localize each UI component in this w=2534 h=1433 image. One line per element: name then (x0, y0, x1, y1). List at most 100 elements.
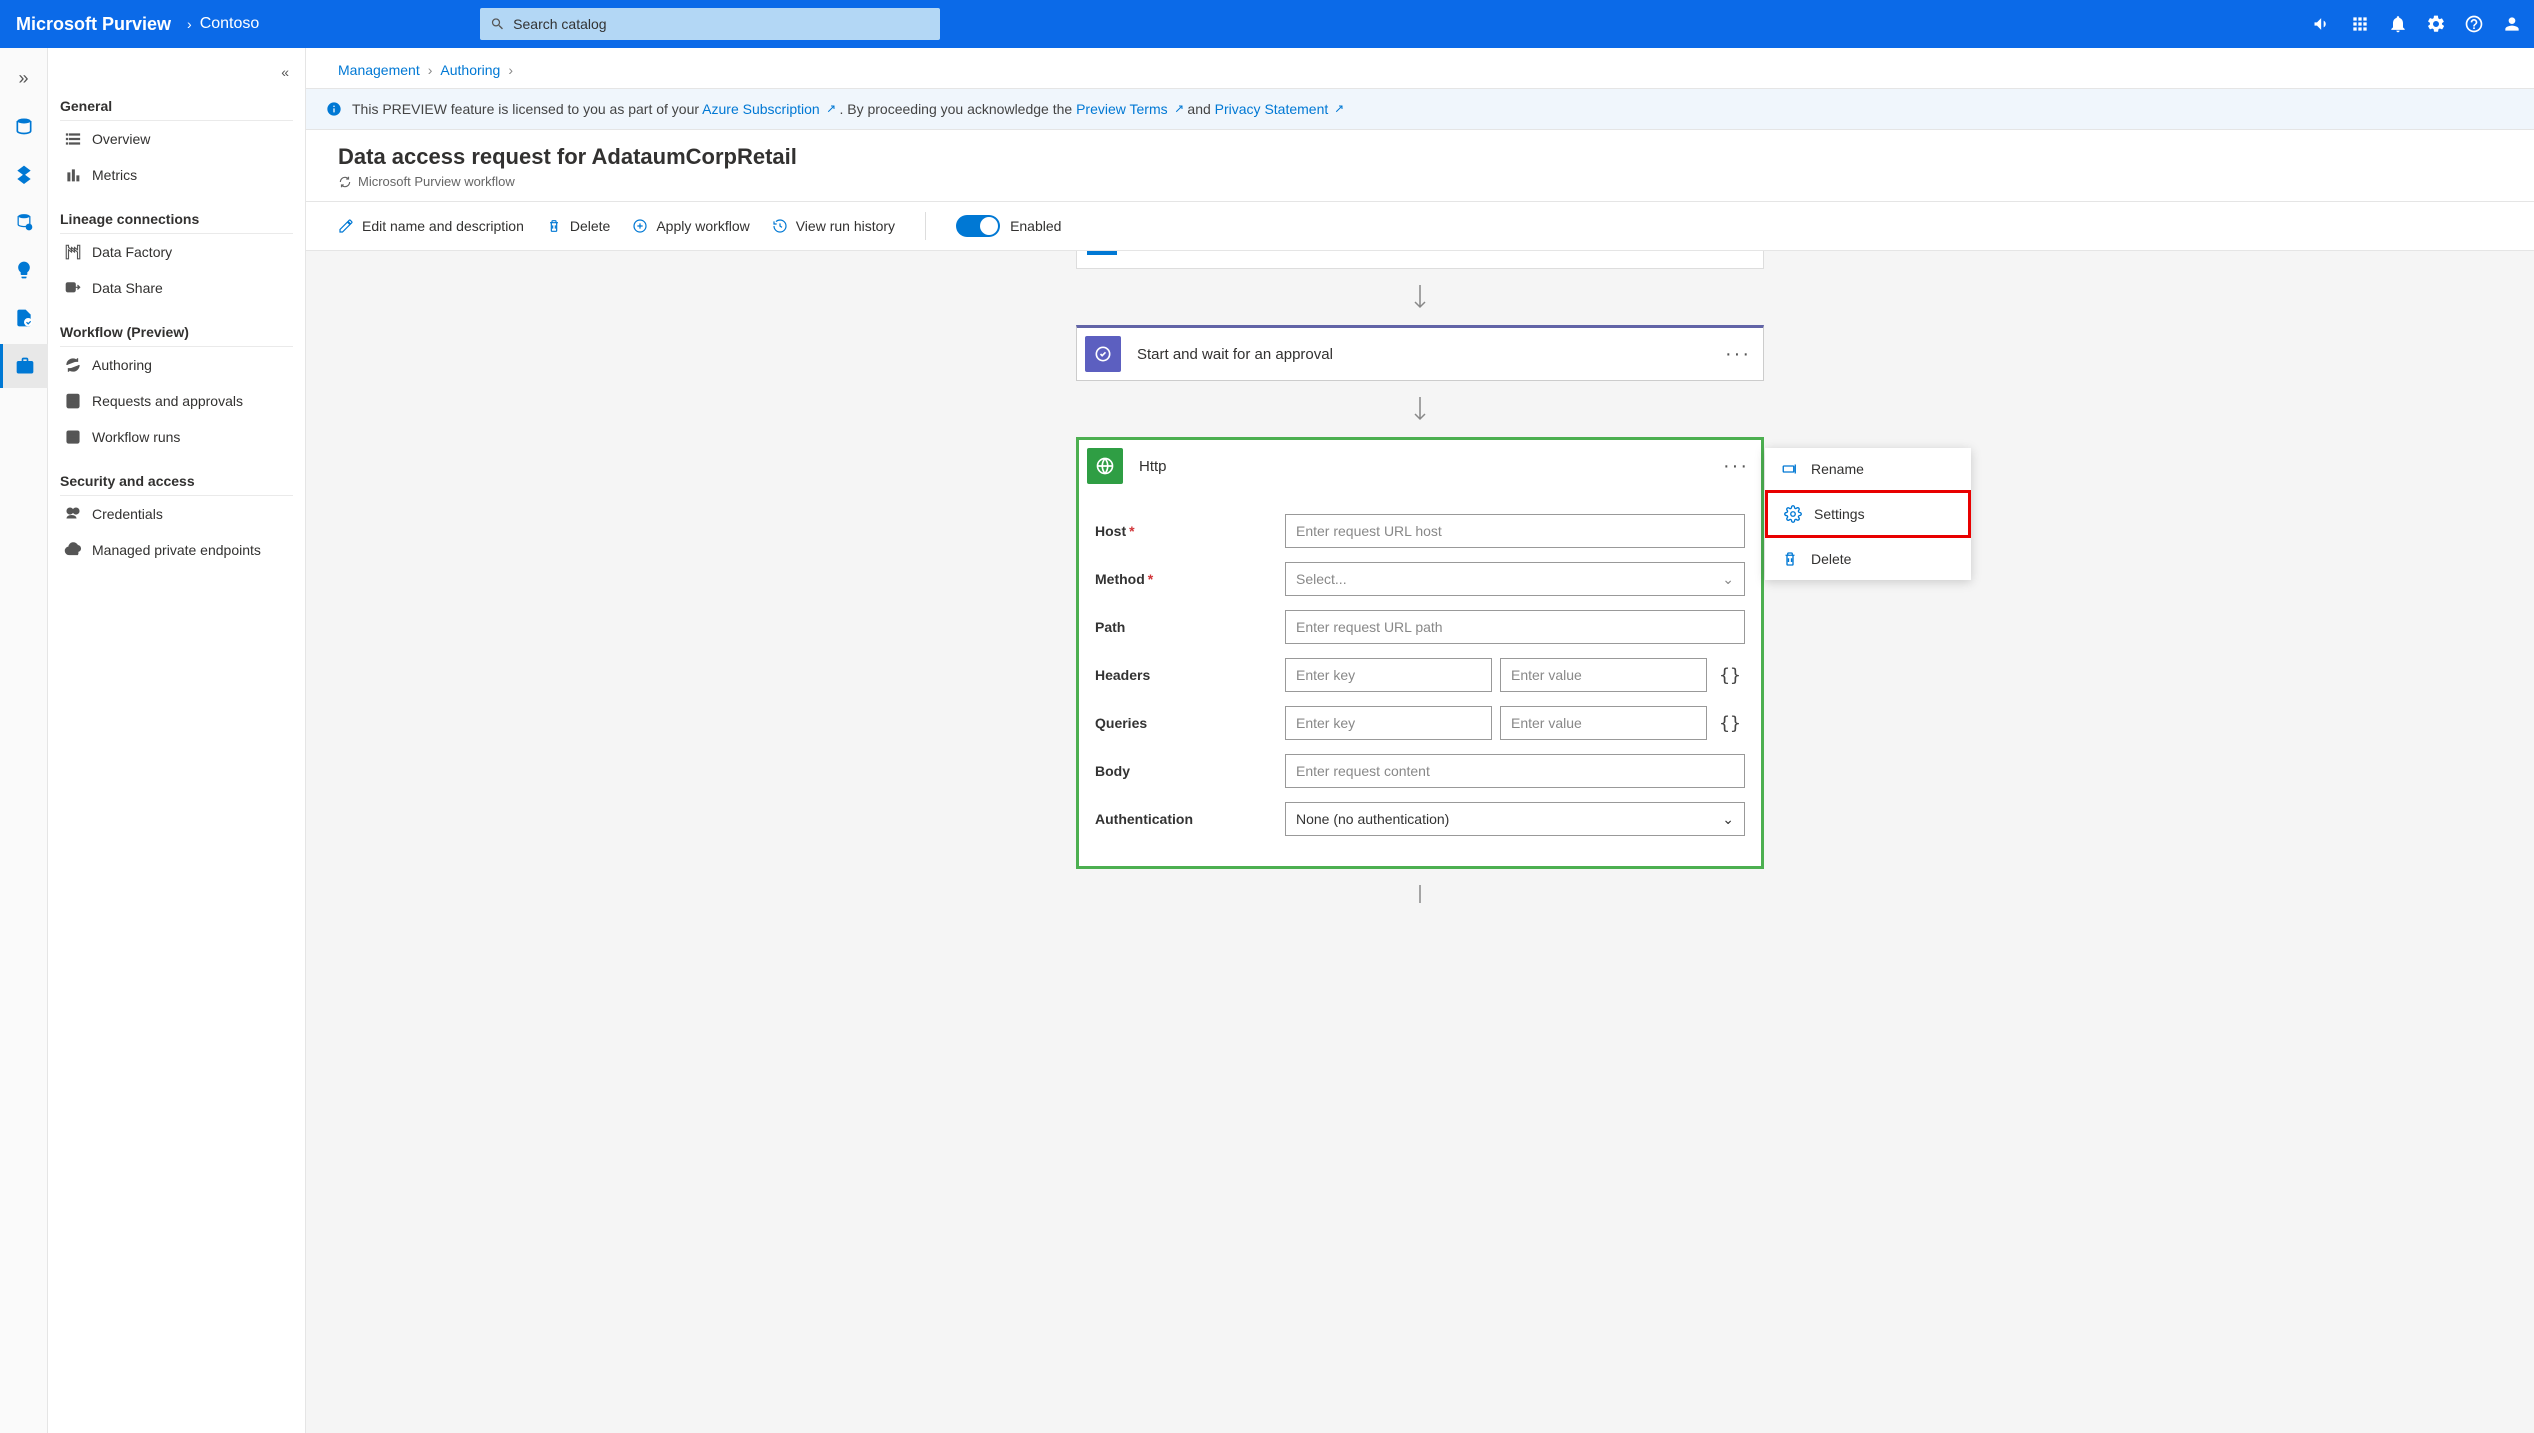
sidebar-item-overview[interactable]: Overview (60, 121, 293, 157)
top-header: Microsoft Purview › Contoso (0, 0, 2534, 48)
cycle-icon (64, 356, 82, 374)
approval-step-card[interactable]: Start and wait for an approval ··· (1076, 325, 1764, 381)
toolbar-separator (925, 212, 926, 240)
breadcrumb-item[interactable]: Authoring (440, 62, 500, 78)
sidebar-item-authoring[interactable]: Authoring (60, 347, 293, 383)
header-value-input[interactable] (1500, 658, 1707, 692)
sidebar-item-credentials[interactable]: Credentials (60, 496, 293, 532)
preview-banner: This PREVIEW feature is licensed to you … (306, 88, 2534, 130)
context-menu: Rename Settings Delete (1765, 448, 1971, 580)
user-icon[interactable] (2502, 14, 2522, 34)
rename-icon (1781, 460, 1799, 478)
key-icon (64, 505, 82, 523)
main-content: Management › Authoring › This PREVIEW fe… (306, 48, 2534, 1433)
chevron-down-icon: ⌄ (1722, 571, 1734, 588)
query-key-input[interactable] (1285, 706, 1492, 740)
topbar-actions (2312, 14, 2534, 34)
delete-button[interactable]: Delete (546, 218, 610, 234)
apply-workflow-button[interactable]: Apply workflow (632, 218, 749, 234)
auth-label: Authentication (1095, 811, 1285, 827)
iconrail-insights[interactable] (0, 248, 48, 292)
workflow-canvas[interactable]: Start and wait for an approval ··· Http … (306, 251, 2534, 1433)
sidebar-collapse-button[interactable]: « (60, 64, 293, 80)
sidebar-item-managed-endpoints[interactable]: Managed private endpoints (60, 532, 293, 568)
context-delete[interactable]: Delete (1765, 538, 1971, 580)
gear-icon[interactable] (2426, 14, 2446, 34)
preview-text: . By proceeding you acknowledge the (839, 101, 1076, 117)
header-code-button[interactable]: {} (1715, 665, 1745, 686)
sidebar-section-security: Security and access (60, 467, 293, 496)
approval-icon (1085, 336, 1121, 372)
factory-icon (64, 243, 82, 261)
help-icon[interactable] (2464, 14, 2484, 34)
megaphone-icon[interactable] (2312, 14, 2332, 34)
sidebar-item-requests[interactable]: Requests and approvals (60, 383, 293, 419)
query-value-input[interactable] (1500, 706, 1707, 740)
sidebar-item-data-share[interactable]: Data Share (60, 270, 293, 306)
gear-icon (1784, 505, 1802, 523)
method-select[interactable]: Select... ⌄ (1285, 562, 1745, 596)
iconrail-management[interactable] (0, 344, 48, 388)
iconrail-data-map[interactable] (0, 152, 48, 196)
apps-icon[interactable] (2350, 14, 2370, 34)
sidebar-label: Credentials (92, 506, 163, 522)
method-label: Method (1095, 571, 1145, 587)
path-label: Path (1095, 619, 1285, 635)
search-container[interactable] (480, 8, 940, 40)
sidebar-item-data-factory[interactable]: Data Factory (60, 234, 293, 270)
http-step-title: Http (1139, 458, 1167, 475)
stub-indicator (1087, 251, 1117, 255)
host-label: Host (1095, 523, 1126, 539)
page-header: Data access request for AdataumCorpRetai… (306, 130, 2534, 202)
preview-text: and (1187, 101, 1214, 117)
path-input[interactable] (1285, 610, 1745, 644)
preview-link-privacy[interactable]: Privacy Statement (1215, 101, 1345, 117)
header-key-input[interactable] (1285, 658, 1492, 692)
icon-rail: » (0, 48, 48, 1433)
bell-icon[interactable] (2388, 14, 2408, 34)
view-history-button[interactable]: View run history (772, 218, 895, 234)
toolbar: Edit name and description Delete Apply w… (306, 202, 2534, 251)
flow-arrow (1410, 269, 1430, 325)
preview-link-terms[interactable]: Preview Terms (1076, 101, 1183, 117)
iconrail-policy[interactable] (0, 296, 48, 340)
workflow-icon (338, 175, 352, 189)
auth-select[interactable]: None (no authentication) ⌄ (1285, 802, 1745, 836)
checklist-icon (64, 392, 82, 410)
preview-link-subscription[interactable]: Azure Subscription (702, 101, 835, 117)
search-input[interactable] (513, 16, 930, 32)
edit-button[interactable]: Edit name and description (338, 218, 524, 234)
queries-label: Queries (1095, 715, 1285, 731)
sidebar-item-metrics[interactable]: Metrics (60, 157, 293, 193)
plus-circle-icon (632, 218, 648, 234)
sidebar-item-workflow-runs[interactable]: Workflow runs (60, 419, 293, 455)
info-icon (326, 101, 342, 117)
enabled-label: Enabled (1010, 218, 1061, 234)
body-input[interactable] (1285, 754, 1745, 788)
http-step-card[interactable]: Http ··· Host* Method* Select... ⌄ (1076, 437, 1764, 869)
http-step-menu[interactable]: ··· (1723, 455, 1749, 478)
runs-icon (64, 428, 82, 446)
context-rename[interactable]: Rename (1765, 448, 1971, 490)
context-settings[interactable]: Settings (1765, 490, 1971, 538)
pencil-icon (338, 218, 354, 234)
previous-step-stub[interactable] (1076, 251, 1764, 269)
required-mark: * (1129, 523, 1134, 539)
breadcrumb: Management › Authoring › (306, 48, 2534, 88)
chevron-right-icon: › (508, 62, 513, 78)
org-name[interactable]: Contoso (200, 15, 260, 33)
approval-step-menu[interactable]: ··· (1725, 343, 1751, 366)
iconrail-data-estate[interactable] (0, 200, 48, 244)
breadcrumb-item[interactable]: Management (338, 62, 420, 78)
chevron-right-icon: › (428, 62, 433, 78)
iconrail-data-catalog[interactable] (0, 104, 48, 148)
host-input[interactable] (1285, 514, 1745, 548)
flow-arrow (1410, 381, 1430, 437)
query-code-button[interactable]: {} (1715, 713, 1745, 734)
chart-icon (64, 166, 82, 184)
iconrail-expand[interactable]: » (0, 56, 48, 100)
sidebar-section-workflow: Workflow (Preview) (60, 318, 293, 347)
sidebar-label: Requests and approvals (92, 393, 243, 409)
enabled-toggle[interactable] (956, 215, 1000, 237)
http-icon (1087, 448, 1123, 484)
